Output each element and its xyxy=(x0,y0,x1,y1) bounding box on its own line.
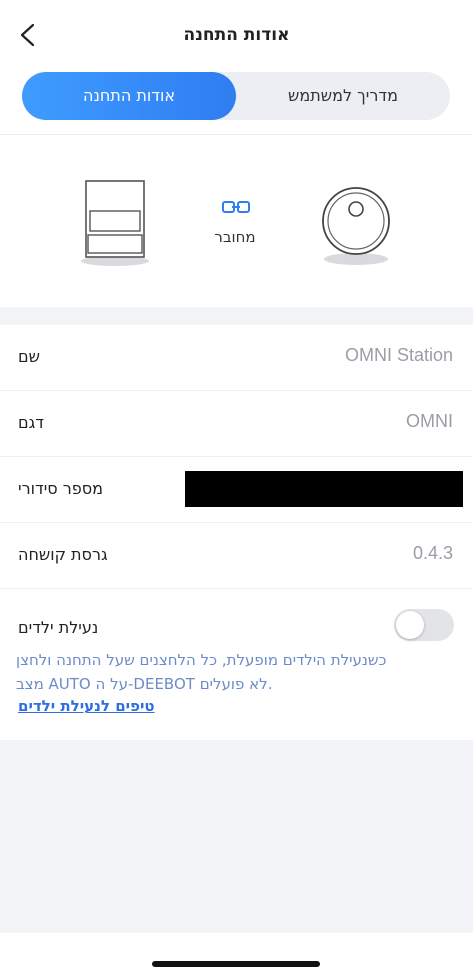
home-indicator[interactable] xyxy=(152,961,320,967)
info-panel: שם OMNI Station דגם OMNI מספר סידורי גרס… xyxy=(0,325,473,740)
device-panel: מחובר xyxy=(0,135,473,307)
toggle-knob xyxy=(396,611,424,639)
child-lock-toggle[interactable] xyxy=(394,609,454,641)
bottom-bar xyxy=(0,933,473,975)
model-label: דגם xyxy=(18,413,44,432)
row-divider xyxy=(0,588,473,589)
link-icon xyxy=(222,201,250,213)
station-icon xyxy=(81,180,149,266)
name-value: OMNI Station xyxy=(344,345,453,365)
child-lock-description: כשנעילת הילדים מופעלת, כל הלחצנים שעל הת… xyxy=(16,648,457,696)
model-value: OMNI xyxy=(406,411,453,431)
connection-status: מחובר xyxy=(214,228,256,246)
segmented-control: אודות התחנה מדריך למשתמש xyxy=(22,72,450,120)
tab-user-guide[interactable]: מדריך למשתמש xyxy=(236,72,450,120)
firmware-value: 0.4.3 xyxy=(412,543,453,563)
child-lock-label: נעילת ילדים xyxy=(18,618,99,637)
page-title: אודות התחנה xyxy=(183,25,290,45)
row-serial: מספר סידורי xyxy=(0,457,473,523)
row-name[interactable]: שם OMNI Station xyxy=(0,325,473,391)
child-lock-tips-link[interactable]: טיפים לנעילת ילדים xyxy=(18,697,155,715)
row-firmware[interactable]: גרסת קושחה 0.4.3 xyxy=(0,523,473,589)
serial-label: מספר סידורי xyxy=(18,479,104,498)
header: אודות התחנה אודות התחנה מדריך למשתמש xyxy=(0,0,473,135)
tab-about-station[interactable]: אודות התחנה xyxy=(22,72,236,120)
row-model: דגם OMNI xyxy=(0,391,473,457)
firmware-label: גרסת קושחה xyxy=(18,545,108,564)
child-lock-description-line1: כשנעילת הילדים מופעלת, כל הלחצנים שעל הת… xyxy=(16,651,387,669)
serial-value-redacted xyxy=(185,471,463,507)
name-label: שם xyxy=(18,347,40,366)
robot-vacuum-icon xyxy=(322,187,390,265)
child-lock-description-line2: .לא פועלים DEEBOT-על ה AUTO מצב xyxy=(16,675,273,693)
